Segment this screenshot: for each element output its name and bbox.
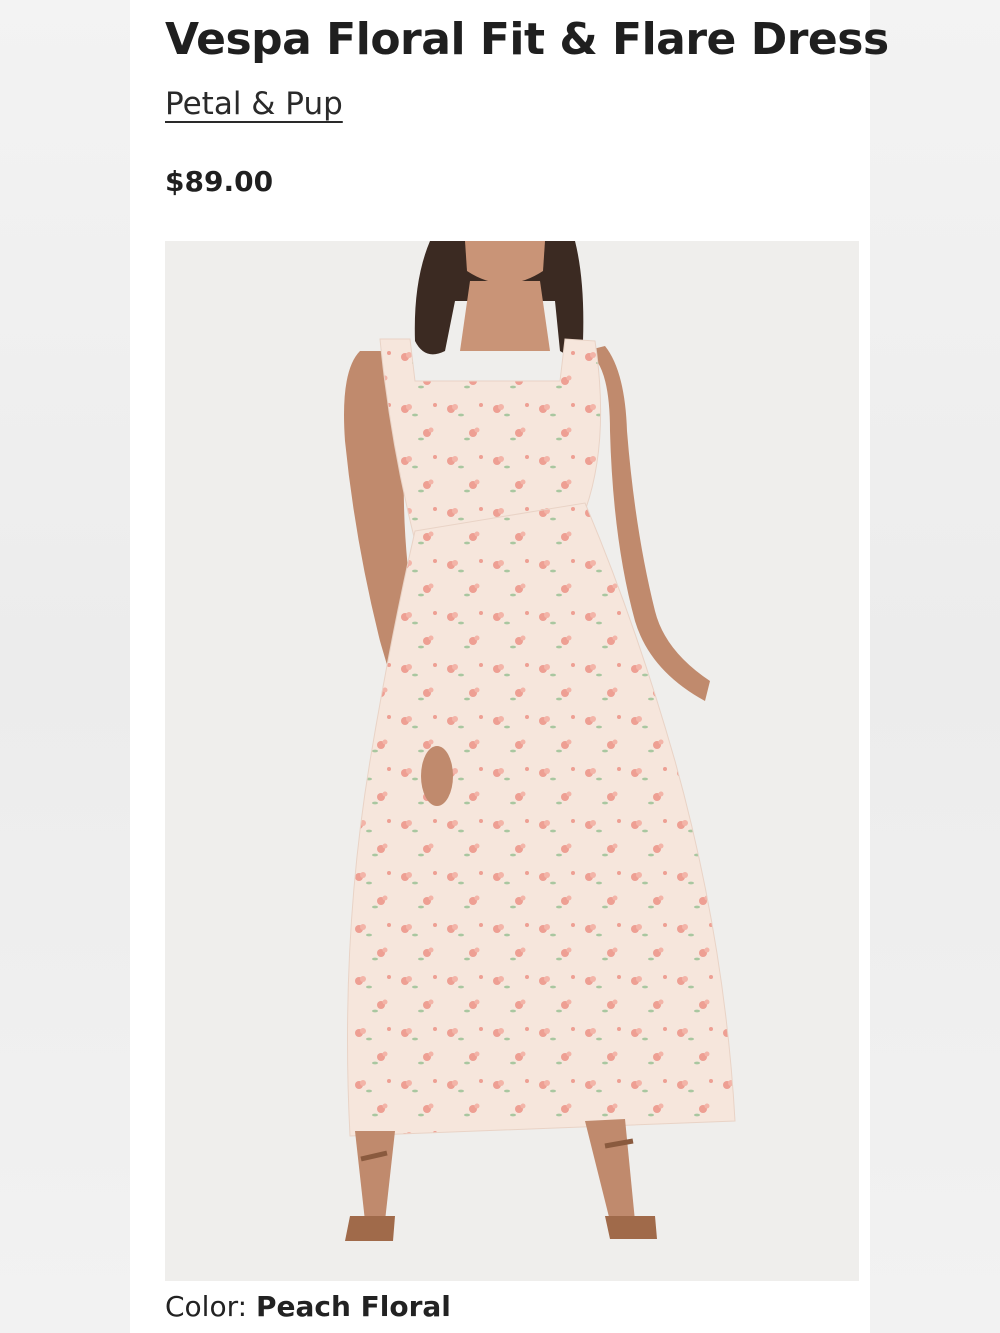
product-price: $89.00	[165, 165, 274, 198]
product-detail-card: Vespa Floral Fit & Flare Dress Petal & P…	[130, 0, 889, 1333]
brand-link[interactable]: Petal & Pup	[165, 86, 343, 122]
color-value: Peach Floral	[255, 1290, 451, 1323]
color-label: Color:	[165, 1290, 248, 1323]
right-backdrop	[870, 0, 1000, 1333]
dress-photo-illustration	[165, 241, 859, 1281]
product-image[interactable]	[165, 241, 859, 1281]
product-title: Vespa Floral Fit & Flare Dress	[165, 14, 889, 65]
left-backdrop	[0, 0, 130, 1333]
color-selection: Color: Peach Floral	[165, 1290, 451, 1323]
